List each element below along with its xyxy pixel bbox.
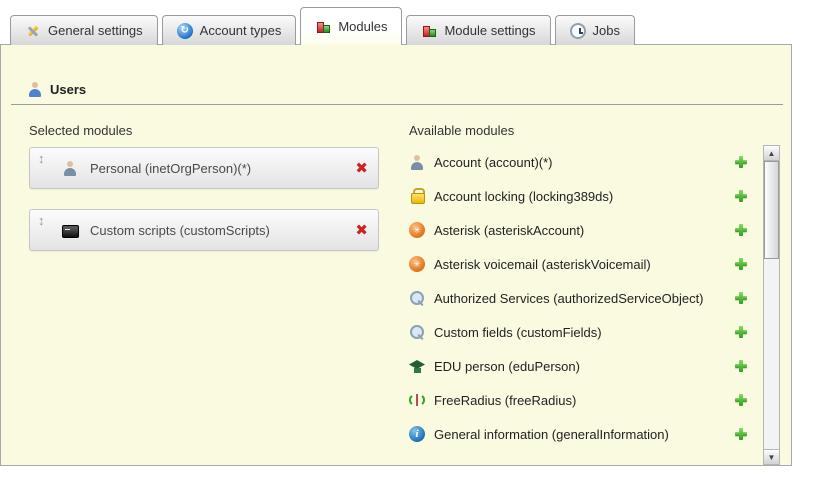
available-module-label: Asterisk (asteriskAccount) [434, 223, 584, 238]
tab-general-settings[interactable]: General settings [10, 15, 158, 45]
info-icon [409, 426, 425, 442]
selected-module-row[interactable]: ↕ Custom scripts (customScripts) ✖ [29, 209, 379, 251]
user-icon [27, 81, 43, 97]
available-module-row: FreeRadius (freeRadius) [409, 383, 749, 417]
plus-icon [733, 358, 749, 374]
selected-module-label: Personal (inetOrgPerson)(*) [90, 161, 251, 176]
add-module-button[interactable] [733, 426, 749, 442]
selected-module-row[interactable]: ↕ Personal (inetOrgPerson)(*) ✖ [29, 147, 379, 189]
drag-handle-icon[interactable]: ↕ [38, 151, 52, 166]
available-module-row: Account (account)(*) [409, 145, 749, 179]
selected-modules-list: ↕ Personal (inetOrgPerson)(*) ✖ ↕ Custom… [29, 147, 379, 251]
add-module-button[interactable] [733, 392, 749, 408]
users-section-header: Users [11, 81, 783, 105]
tab-module-settings[interactable]: Module settings [406, 15, 550, 45]
tab-label: Jobs [593, 23, 620, 38]
add-module-button[interactable] [733, 290, 749, 306]
plus-icon [733, 426, 749, 442]
plus-icon [733, 256, 749, 272]
available-modules-heading: Available modules [409, 123, 514, 138]
tools-icon [25, 23, 41, 39]
bricks-icon [315, 19, 331, 35]
bricks-icon [421, 23, 437, 39]
plus-icon [733, 290, 749, 306]
available-module-row: General information (generalInformation) [409, 417, 749, 451]
available-module-row: Account locking (locking389ds) [409, 179, 749, 213]
plus-icon [733, 324, 749, 340]
remove-module-button[interactable]: ✖ [355, 161, 368, 176]
asterisk-icon [409, 256, 425, 272]
section-title: Users [50, 82, 86, 97]
tab-jobs[interactable]: Jobs [555, 15, 635, 45]
available-module-label: Authorized Services (authorizedServiceOb… [434, 291, 704, 306]
plus-icon [733, 154, 749, 170]
available-module-row: Asterisk voicemail (asteriskVoicemail) [409, 247, 749, 281]
refresh-ball-icon [177, 23, 193, 39]
configuration-page: General settings Account types Modules M… [0, 0, 814, 478]
available-modules-list: Account (account)(*) Account locking (lo… [409, 145, 749, 451]
scroll-up-button[interactable]: ▲ [764, 146, 779, 161]
add-module-button[interactable] [733, 154, 749, 170]
add-module-button[interactable] [733, 324, 749, 340]
clock-icon [570, 23, 586, 39]
drag-handle-icon[interactable]: ↕ [38, 213, 52, 228]
plus-icon [733, 188, 749, 204]
selected-module-label: Custom scripts (customScripts) [90, 223, 270, 238]
tab-account-types[interactable]: Account types [162, 15, 297, 45]
available-module-row: Asterisk (asteriskAccount) [409, 213, 749, 247]
add-module-button[interactable] [733, 256, 749, 272]
tab-label: Account types [200, 23, 282, 38]
available-module-label: Account (account)(*) [434, 155, 553, 170]
available-module-label: Asterisk voicemail (asteriskVoicemail) [434, 257, 651, 272]
asterisk-icon [409, 222, 425, 238]
antenna-icon [409, 392, 425, 408]
plus-icon [733, 392, 749, 408]
scroll-down-button[interactable]: ▼ [764, 449, 779, 464]
scrollbar-thumb[interactable] [764, 161, 779, 259]
lock-icon [409, 188, 425, 204]
add-module-button[interactable] [733, 188, 749, 204]
tab-label: General settings [48, 23, 143, 38]
terminal-icon [62, 222, 78, 238]
tab-modules[interactable]: Modules [300, 7, 402, 45]
scrollbar-track[interactable] [764, 161, 779, 449]
person-icon [409, 154, 425, 170]
available-module-label: EDU person (eduPerson) [434, 359, 580, 374]
magnifier-icon [409, 290, 425, 306]
available-module-row: Authorized Services (authorizedServiceOb… [409, 281, 749, 315]
available-module-label: FreeRadius (freeRadius) [434, 393, 576, 408]
available-module-label: Account locking (locking389ds) [434, 189, 613, 204]
available-module-label: General information (generalInformation) [434, 427, 669, 442]
magnifier-icon [409, 324, 425, 340]
tab-label: Modules [338, 19, 387, 34]
scrollbar[interactable]: ▲ ▼ [763, 145, 780, 465]
tab-label: Module settings [444, 23, 535, 38]
person-icon [62, 160, 78, 176]
plus-icon [733, 222, 749, 238]
remove-module-button[interactable]: ✖ [355, 223, 368, 238]
tab-bar: General settings Account types Modules M… [10, 7, 635, 45]
graduation-cap-icon [409, 358, 425, 374]
available-module-label: Custom fields (customFields) [434, 325, 602, 340]
add-module-button[interactable] [733, 358, 749, 374]
add-module-button[interactable] [733, 222, 749, 238]
selected-modules-heading: Selected modules [29, 123, 132, 138]
available-module-row: EDU person (eduPerson) [409, 349, 749, 383]
modules-tab-panel: Users Selected modules Available modules… [0, 44, 792, 466]
available-module-row: Custom fields (customFields) [409, 315, 749, 349]
